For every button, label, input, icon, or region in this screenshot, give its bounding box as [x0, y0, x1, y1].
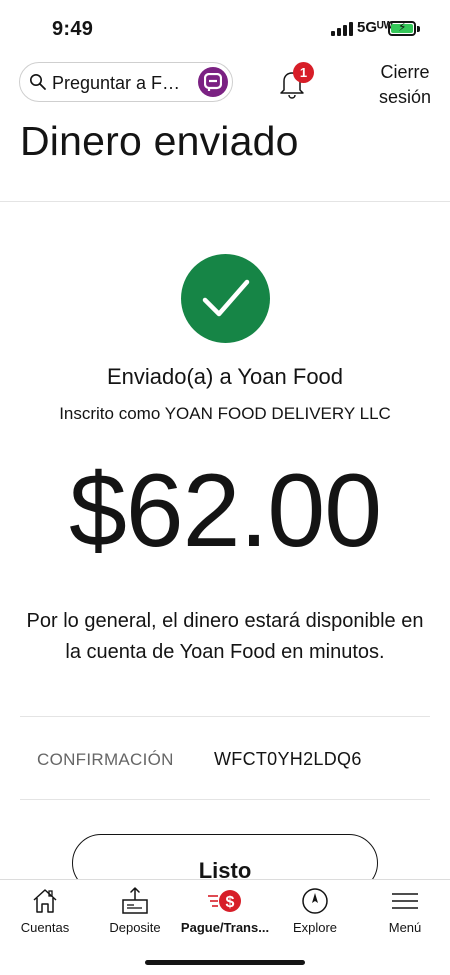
success-check-icon [181, 254, 270, 343]
availability-message: Por lo general, el dinero estará disponi… [26, 610, 424, 663]
signal-icon [331, 22, 353, 36]
signout-link[interactable]: Cierre sesión [379, 60, 431, 110]
home-indicator[interactable] [145, 960, 305, 965]
confirmation-number: WFCT0YH2LDQ6 [214, 749, 362, 769]
nav-item-menu[interactable]: Menú [360, 880, 450, 950]
menu-icon [392, 893, 418, 909]
battery-icon: ⚡ [388, 20, 416, 36]
page-title: Dinero enviado [20, 118, 299, 164]
signout-line1: Cierre [380, 62, 430, 82]
pay-transfer-icon: $ [208, 890, 241, 912]
status-time: 9:49 [52, 18, 94, 40]
search-bar[interactable]: Preguntar a F… [19, 62, 233, 102]
nav-label-menu: Menú [388, 920, 422, 935]
nav-item-explore[interactable]: Explore [270, 880, 360, 950]
deposit-icon [122, 887, 148, 914]
nav-label-explore: Explore [292, 920, 338, 935]
nav-label-pague-trans: Pague/Trans... [180, 920, 270, 935]
nav-item-deposite[interactable]: Deposite [90, 880, 180, 950]
nav-label-cuentas: Cuentas [20, 920, 70, 935]
nav-label-deposite: Deposite [109, 920, 161, 935]
confirmation-label: CONFIRMACIÓN [37, 750, 174, 769]
compass-icon [302, 888, 328, 914]
svg-text:$: $ [226, 894, 235, 911]
amount-sent: $62.00 [68, 453, 382, 569]
home-icon [33, 889, 57, 913]
confirmation-bottom-divider [20, 799, 430, 800]
nav-item-cuentas[interactable]: Cuentas [0, 880, 90, 950]
search-icon [30, 74, 46, 90]
recipient-heading: Enviado(a) a Yoan Food [106, 364, 344, 389]
header-divider [0, 201, 450, 202]
search-placeholder: Preguntar a F… [52, 73, 181, 93]
notification-badge: 1 [293, 62, 314, 83]
confirmation-top-divider [20, 716, 430, 717]
signout-line2: sesión [378, 87, 431, 107]
nav-item-pague-trans[interactable]: $ Pague/Trans... [180, 880, 270, 950]
status-bar: 9:49 5Gᵁᵂ ⚡ [0, 0, 450, 56]
assistant-icon[interactable] [198, 67, 228, 97]
recipient-enrolled-as: Inscrito como YOAN FOOD DELIVERY LLC [59, 404, 391, 423]
